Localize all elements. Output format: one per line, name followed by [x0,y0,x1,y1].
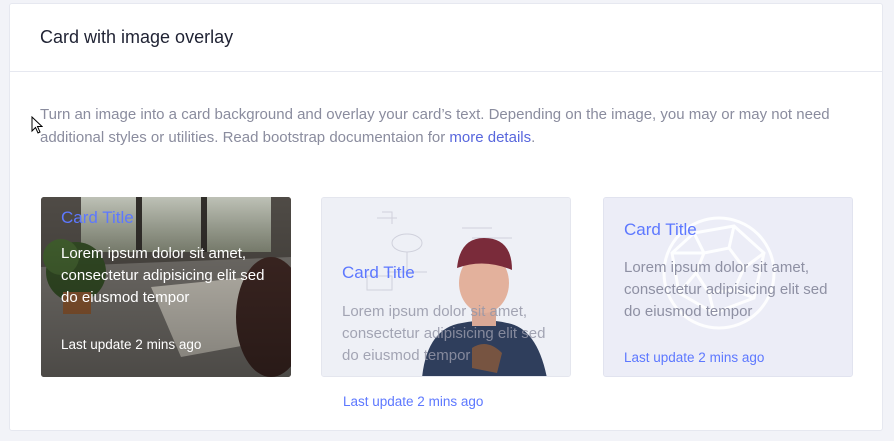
card-title: Card Title [624,220,697,239]
card-title: Card Title [61,208,134,227]
description-body: Turn an image into a card background and… [40,106,830,146]
card-body-text: Lorem ipsum dolor sit amet, consectetur … [624,259,828,320]
portlet-card: Card with image overlay Turn an image in… [9,3,883,431]
description-text: Turn an image into a card background and… [40,103,840,149]
card-update-text: Last update 2 mins ago [61,337,202,352]
card-title: Card Title [342,263,415,282]
card-body-text: Lorem ipsum dolor sit amet, consectetur … [342,303,546,364]
mouse-cursor-icon [31,116,43,134]
overlay-card-desk[interactable]: Card Title Lorem ipsum dolor sit amet, c… [41,197,291,377]
card-update-text: Last update 2 mins ago [624,350,765,365]
overlay-card-portrait[interactable]: Card Title Lorem ipsum dolor sit amet, c… [321,197,571,377]
card-body-text: Lorem ipsum dolor sit amet, consectetur … [61,245,265,306]
description-end: . [531,129,536,146]
card-header: Card with image overlay [10,4,882,72]
page-title: Card with image overlay [40,27,234,47]
card-update-text: Last update 2 mins ago [343,394,484,409]
more-details-link[interactable]: more details [449,129,531,146]
overlay-card-sculpture[interactable]: Card Title Lorem ipsum dolor sit amet, c… [603,197,853,377]
